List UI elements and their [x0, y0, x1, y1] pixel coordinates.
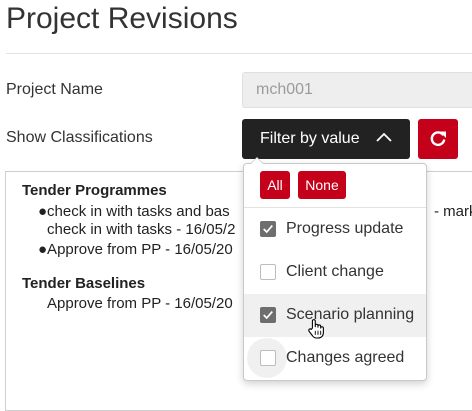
refresh-button[interactable] — [418, 119, 458, 159]
section-heading-tender-baselines: Tender Baselines — [22, 275, 146, 292]
chevron-up-icon — [376, 132, 392, 142]
option-label: Changes agreed — [286, 349, 405, 366]
select-none-button[interactable]: None — [298, 171, 346, 199]
revision-entry: check in with tasks - 16/05/2 — [47, 221, 236, 238]
select-all-button[interactable]: All — [260, 171, 290, 199]
title-divider — [6, 53, 472, 54]
option-label: Scenario planning — [286, 306, 415, 323]
project-name-label: Project Name — [6, 81, 103, 98]
project-name-field[interactable] — [242, 72, 472, 108]
checkmark-icon — [263, 225, 273, 234]
checkbox-unchecked[interactable] — [260, 350, 276, 366]
show-classifications-label: Show Classifications — [6, 129, 153, 146]
page-title: Project Revisions — [6, 2, 238, 35]
hand-pointer-cursor-icon — [308, 319, 324, 339]
revision-entry: ●check in with tasks and bas — [38, 203, 230, 220]
option-label: Client change — [286, 263, 384, 280]
filter-option-changes-agreed[interactable]: Changes agreed — [244, 337, 426, 380]
section-heading-tender-programmes: Tender Programmes — [22, 182, 167, 199]
filter-option-progress-update[interactable]: Progress update — [244, 208, 426, 251]
filter-by-value-button[interactable]: Filter by value — [242, 119, 410, 159]
dropdown-caret — [250, 157, 264, 164]
filter-button-label: Filter by value — [260, 130, 360, 147]
checkbox-unchecked[interactable] — [260, 264, 276, 280]
checkmark-icon — [263, 311, 273, 320]
refresh-icon — [430, 131, 446, 147]
revision-entry: Approve from PP - 16/05/20 — [47, 295, 233, 312]
filter-dropdown-menu: All None Progress update Client change S… — [243, 157, 427, 381]
filter-option-scenario-planning[interactable]: Scenario planning — [244, 294, 426, 337]
revision-entry-tail: - mark — [434, 203, 472, 220]
revision-entry: ●Approve from PP - 16/05/20 — [38, 241, 233, 258]
filter-option-client-change[interactable]: Client change — [244, 251, 426, 294]
checkbox-checked[interactable] — [260, 221, 276, 237]
option-label: Progress update — [286, 220, 404, 237]
checkbox-checked[interactable] — [260, 307, 276, 323]
